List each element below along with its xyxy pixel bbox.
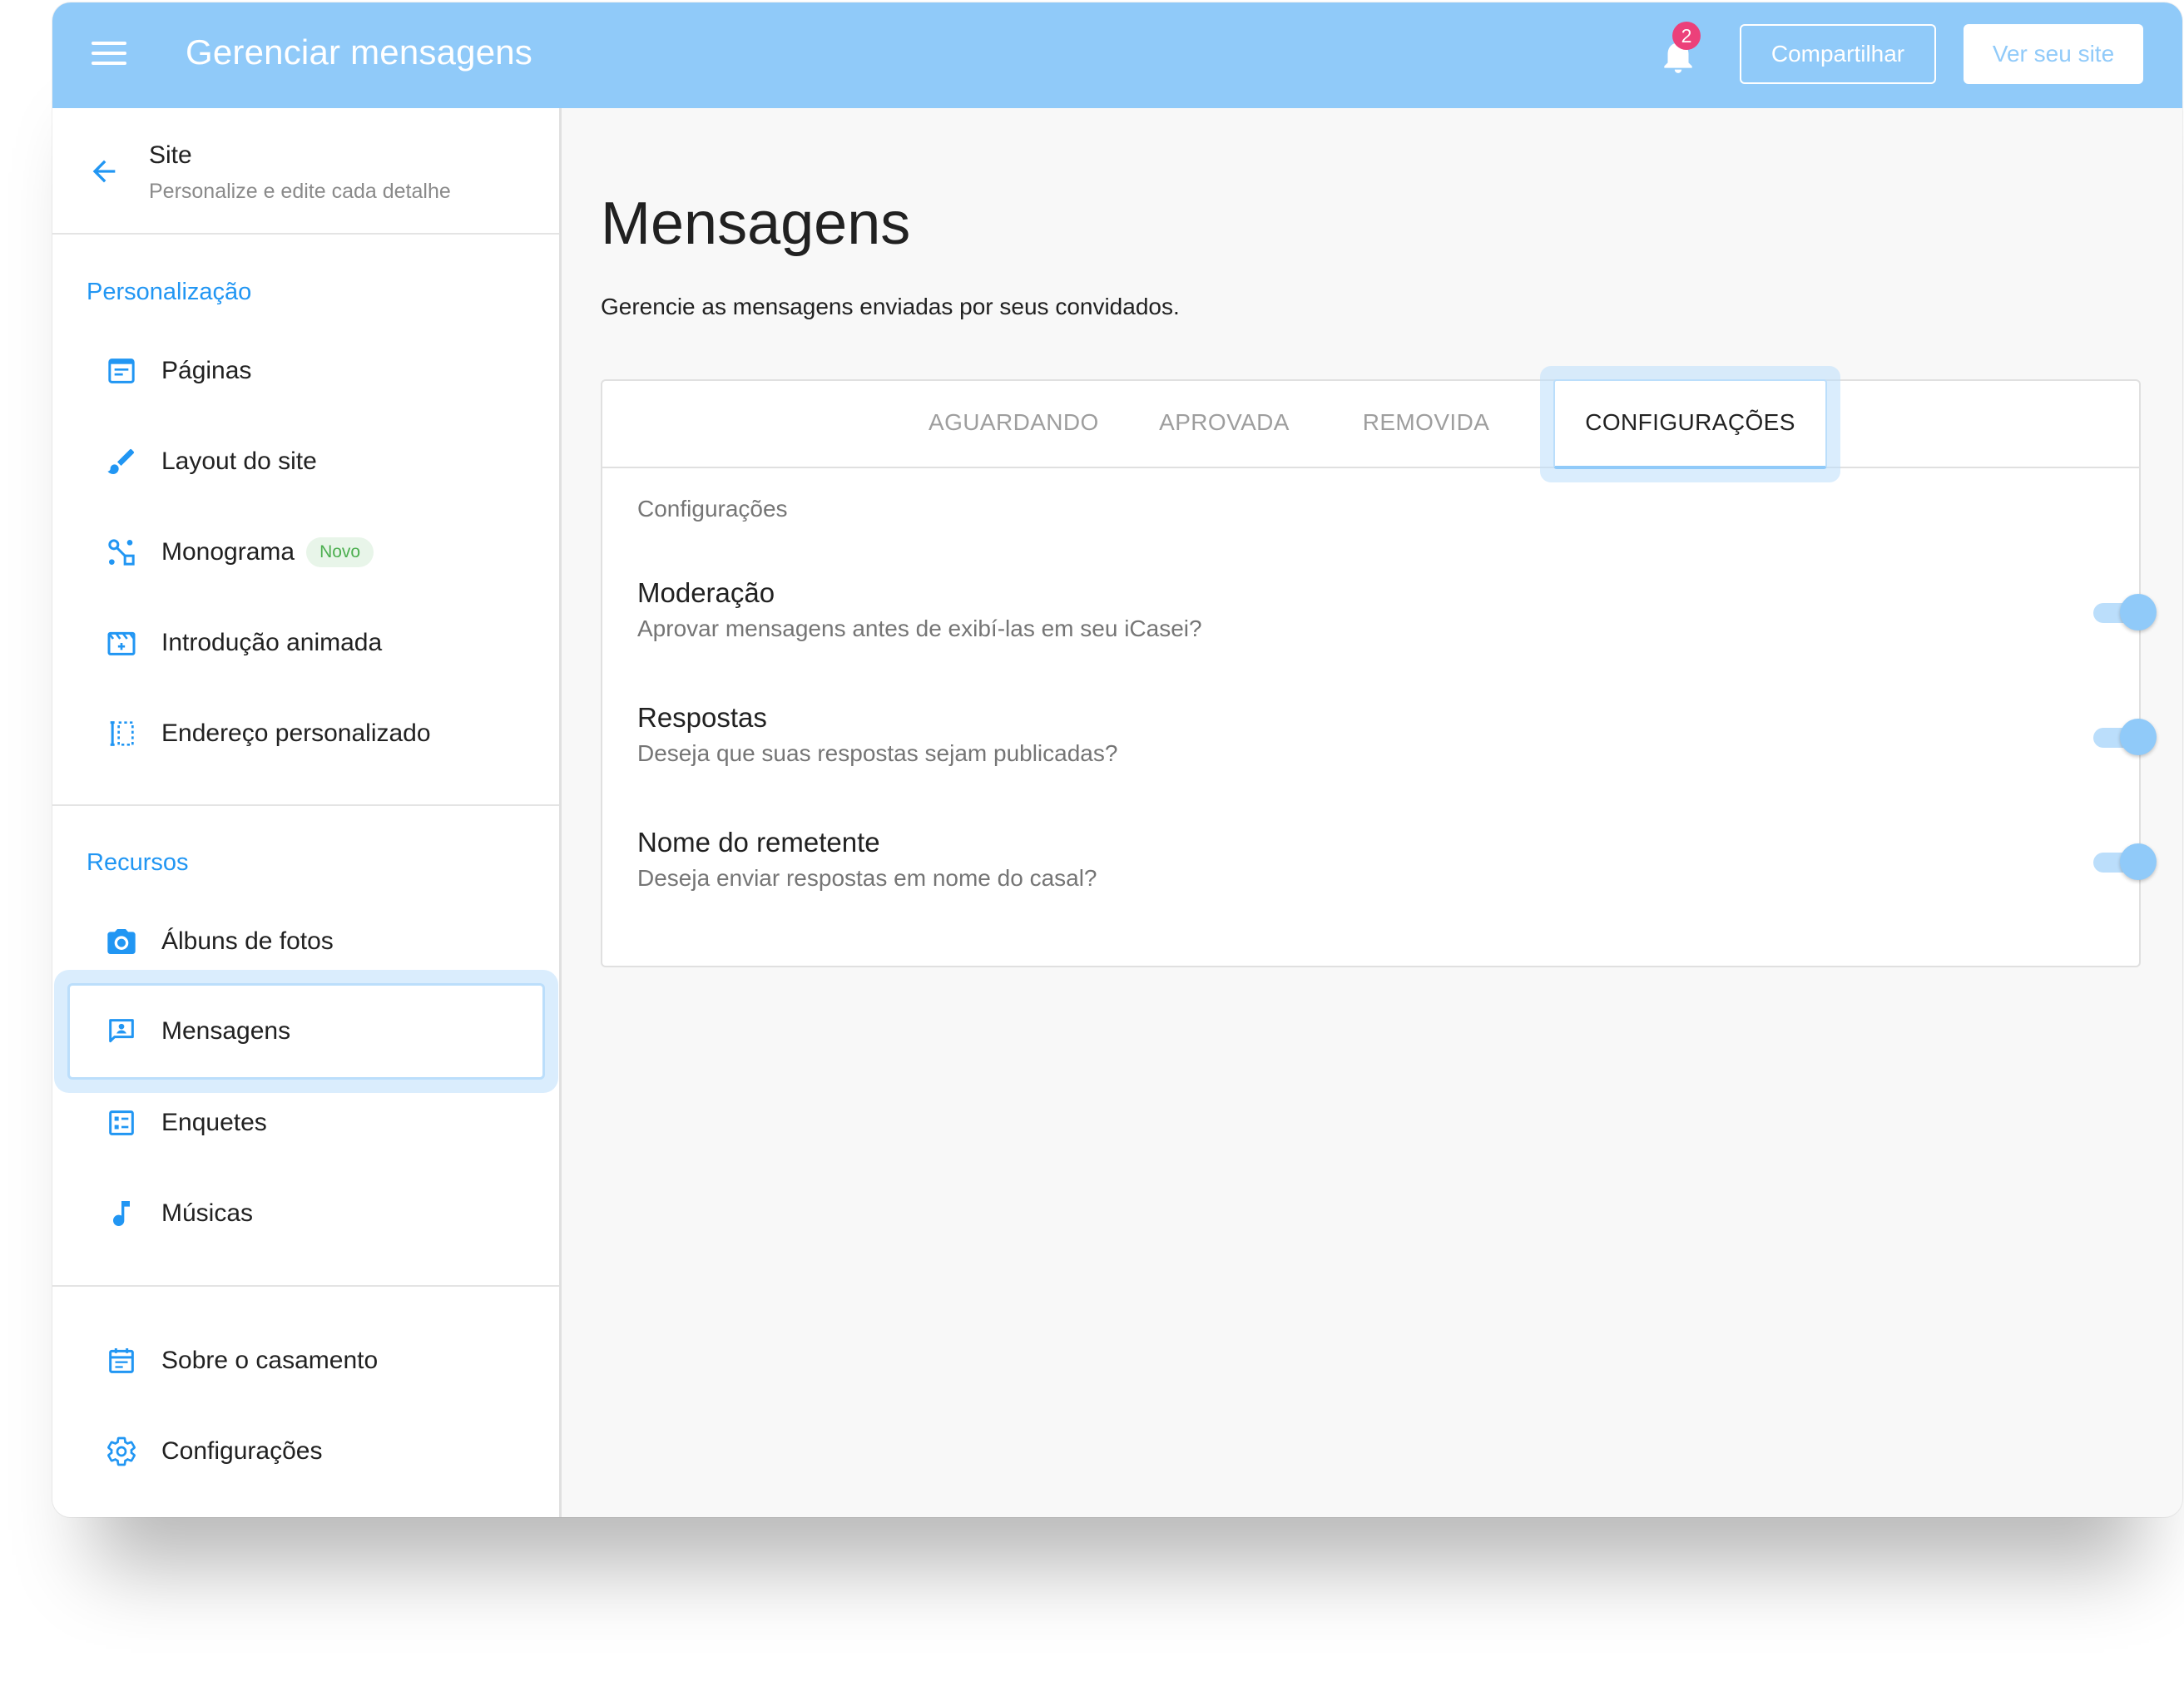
brush-icon: [107, 448, 135, 474]
sidebar-divider: [52, 1285, 559, 1287]
site-subtitle: Personalize e edite cada detalhe: [149, 180, 451, 203]
sidebar-item-musicas[interactable]: Músicas: [67, 1174, 545, 1253]
sidebar-item-label: Páginas: [161, 357, 252, 384]
section-label-recursos: Recursos: [87, 849, 189, 876]
share-button[interactable]: Compartilhar: [1740, 24, 1936, 84]
sidebar-item-label: Layout do site: [161, 447, 317, 475]
section-label-personalizacao: Personalização: [87, 279, 252, 305]
sidebar-item-layout[interactable]: Layout do site: [67, 422, 545, 502]
view-site-button[interactable]: Ver seu site: [1964, 24, 2143, 84]
sidebar-item-label: Mensagens: [161, 1017, 291, 1045]
sidebar-item-label: Sobre o casamento: [161, 1347, 379, 1374]
sidebar-item-label: Álbuns de fotos: [161, 927, 334, 955]
toggle-nome-remetente[interactable]: [2093, 843, 2158, 880]
sidebar-item-monograma[interactable]: Monograma Novo: [67, 512, 545, 592]
sidebar-item-enquetes[interactable]: Enquetes: [67, 1083, 545, 1163]
tab-configuracoes[interactable]: CONFIGURAÇÕES: [1553, 379, 1827, 469]
setting-title-nome-remetente: Nome do remetente: [637, 827, 880, 858]
tab-aguardando[interactable]: AGUARDANDO: [929, 381, 1098, 467]
new-badge: Novo: [306, 537, 374, 567]
sidebar-item-label: Introdução animada: [161, 629, 383, 656]
notification-badge: 2: [1672, 22, 1701, 50]
sidebar-divider: [52, 233, 559, 235]
settings-heading: Configurações: [637, 496, 788, 522]
tab-removida[interactable]: REMOVIDA: [1357, 381, 1495, 467]
tab-aprovada[interactable]: APROVADA: [1156, 381, 1293, 467]
setting-desc-respostas: Deseja que suas respostas sejam publicad…: [637, 740, 1118, 766]
sidebar-item-label: Enquetes: [161, 1109, 267, 1136]
menu-icon[interactable]: [92, 42, 126, 68]
gear-icon: [107, 1436, 136, 1466]
sidebar-item-label: Configurações: [161, 1437, 323, 1465]
messages-card: AGUARDANDO APROVADA REMOVIDA CONFIGURAÇÕ…: [601, 379, 2157, 967]
camera-icon: [107, 929, 136, 954]
sidebar-item-albuns[interactable]: Álbuns de fotos: [67, 902, 545, 981]
sidebar-divider: [52, 804, 559, 806]
film-icon: [107, 631, 136, 655]
tabs-divider: [602, 467, 2139, 468]
setting-title-moderacao: Moderação: [637, 577, 775, 608]
sidebar-item-label: Monograma: [161, 538, 295, 566]
calendar-icon: [109, 1348, 134, 1373]
top-bar: Gerenciar mensagens 2 Compartilhar Ver s…: [52, 2, 2182, 108]
music-note-icon: [113, 1201, 130, 1226]
toggle-respostas[interactable]: [2093, 719, 2158, 755]
setting-desc-moderacao: Aprovar mensagens antes de exibí-las em …: [637, 616, 1202, 641]
app-window: Gerenciar mensagens 2 Compartilhar Ver s…: [52, 2, 2182, 1517]
setting-desc-nome-remetente: Deseja enviar respostas em nome do casal…: [637, 865, 1097, 891]
page-icon: [108, 358, 135, 383]
toggle-moderacao[interactable]: [2093, 594, 2158, 630]
monogram-icon: [108, 539, 135, 566]
back-arrow-icon[interactable]: [87, 155, 121, 188]
setting-title-respostas: Respostas: [637, 702, 767, 733]
sidebar-item-sobre-casamento[interactable]: Sobre o casamento: [67, 1321, 545, 1401]
page-title: Mensagens: [601, 190, 911, 257]
page-description: Gerencie as mensagens enviadas por seus …: [601, 294, 1180, 319]
sidebar-item-configuracoes[interactable]: Configurações: [67, 1412, 545, 1491]
sidebar-item-mensagens[interactable]: Mensagens: [67, 983, 545, 1080]
app-title: Gerenciar mensagens: [186, 32, 533, 72]
sidebar: Site Personalize e edite cada detalhe Pe…: [52, 108, 562, 1517]
message-icon: [109, 1019, 134, 1043]
sidebar-item-label: Músicas: [161, 1199, 254, 1227]
poll-icon: [109, 1110, 134, 1135]
sidebar-item-label: Endereço personalizado: [161, 719, 431, 747]
sidebar-item-paginas[interactable]: Páginas: [67, 331, 545, 411]
site-title: Site: [149, 141, 192, 169]
sidebar-item-endereco[interactable]: Endereço personalizado: [67, 694, 545, 774]
sidebar-item-introducao[interactable]: Introdução animada: [67, 603, 545, 683]
custom-address-icon: [110, 721, 134, 746]
